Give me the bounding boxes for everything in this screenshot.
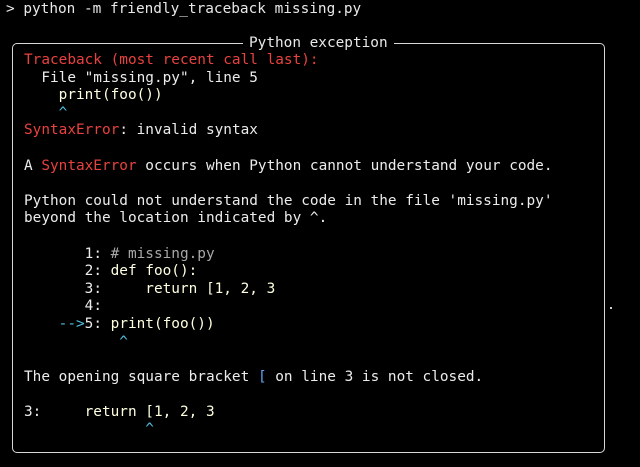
final-line-number: 3: xyxy=(24,403,42,420)
traceback-header: Traceback (most recent call last): xyxy=(24,52,319,68)
source-line: 2: def foo(): xyxy=(24,263,598,281)
location-line-2: beyond the location indicated by ^. xyxy=(24,210,328,227)
error-message: : invalid syntax xyxy=(119,122,258,139)
hint-line: The opening square bracket [ on line 3 i… xyxy=(24,369,598,387)
final-code-line: 3: return [1, 2, 3 xyxy=(24,404,598,422)
source-line: 4: xyxy=(24,298,598,316)
final-caret: ^ xyxy=(24,421,154,438)
traceback-file-line: File "missing.py", line 5 xyxy=(24,69,258,86)
source-line-code: print(foo()) xyxy=(110,315,215,332)
final-code: return [1, 2, 3 xyxy=(41,403,215,420)
source-line-code: # missing.py xyxy=(110,245,215,262)
panel-title: Python exception xyxy=(243,34,394,52)
source-caret: ^ xyxy=(24,333,128,350)
source-line-separator: : xyxy=(93,315,111,332)
exception-panel: Python exception Traceback (most recent … xyxy=(12,34,605,453)
source-line-separator: : xyxy=(93,263,111,280)
explanation-suffix: occurs when Python cannot understand you… xyxy=(136,157,553,174)
terminal-window: > python -m friendly_traceback missing.p… xyxy=(0,0,640,467)
source-line: 3: return [1, 2, 3 xyxy=(24,281,598,299)
scroll-marker xyxy=(610,307,612,309)
source-line-highlighted: -->5: print(foo()) xyxy=(24,316,598,334)
source-line-number: 2 xyxy=(24,263,94,280)
source-listing: 1: # missing.py 2: def foo(): 3: return … xyxy=(24,246,598,352)
source-line-code: return [1, 2, 3 xyxy=(110,280,276,297)
explanation-error: SyntaxError xyxy=(41,157,137,174)
hint-prefix: The opening square bracket xyxy=(24,368,258,385)
panel-body: Traceback (most recent call last): File … xyxy=(24,52,598,439)
error-type: SyntaxError xyxy=(24,122,120,139)
explanation-prefix: A xyxy=(24,157,42,174)
source-line-separator: : xyxy=(93,280,111,297)
traceback-caret: ^ xyxy=(24,104,68,121)
source-line-code: def foo(): xyxy=(110,263,198,280)
source-line-separator: : xyxy=(93,298,102,315)
source-line-number: 1 xyxy=(24,245,94,262)
traceback-code-line: print(foo()) xyxy=(24,87,163,104)
source-line-number: 3 xyxy=(24,280,94,297)
explanation-line: A SyntaxError occurs when Python cannot … xyxy=(24,158,598,176)
hint-suffix: on line 3 is not closed. xyxy=(266,368,484,385)
location-line-1: Python could not understand the code in … xyxy=(24,192,553,209)
source-line: 1: # missing.py xyxy=(24,246,598,264)
source-line-arrow: --> xyxy=(24,315,85,332)
hint-bracket: [ xyxy=(257,368,267,385)
error-summary: SyntaxError: invalid syntax xyxy=(24,122,598,140)
source-line-separator: : xyxy=(93,245,111,262)
command-line: > python -m friendly_traceback missing.p… xyxy=(6,1,362,17)
source-line-number: 4 xyxy=(24,298,94,315)
